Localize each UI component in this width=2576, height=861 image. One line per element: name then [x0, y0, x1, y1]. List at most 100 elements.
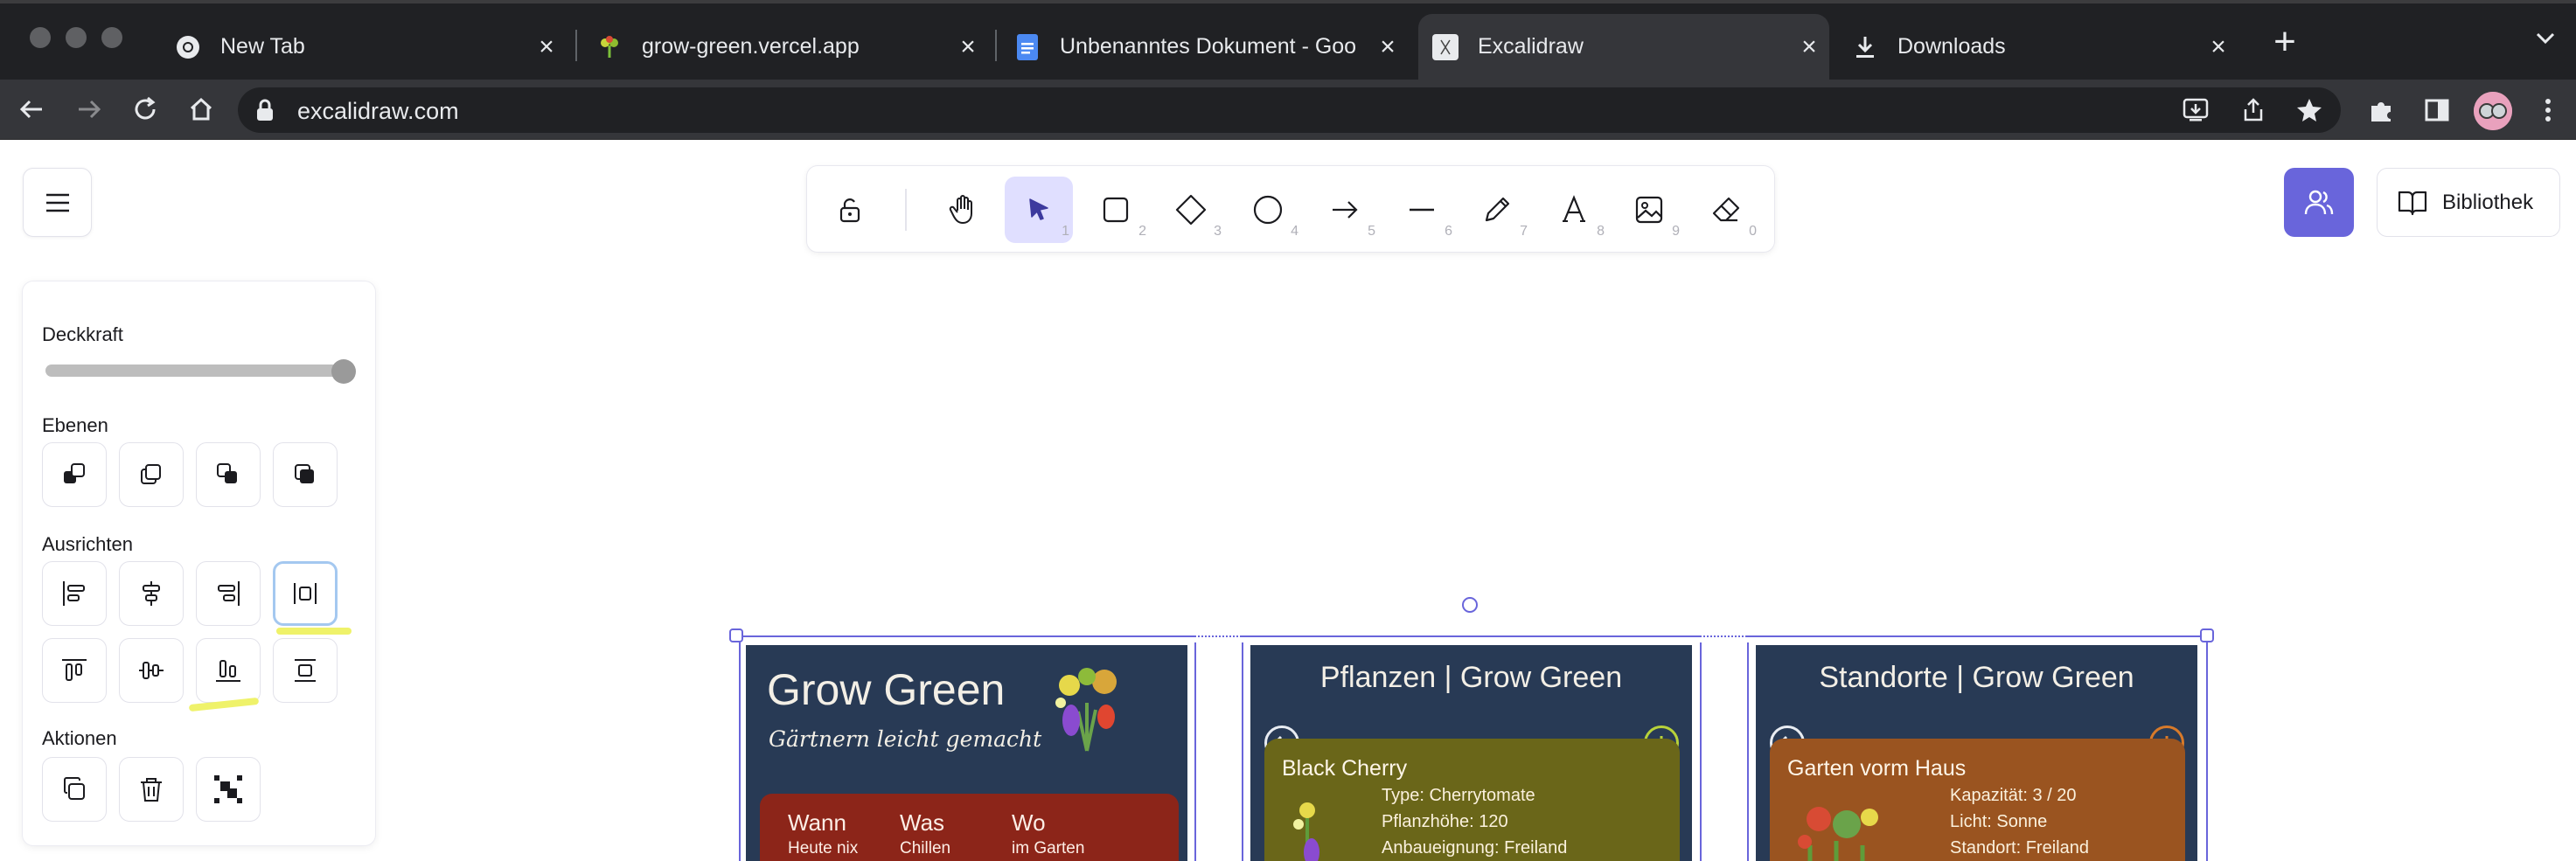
col-head-wo: Wo	[1012, 809, 1046, 836]
align-right-button[interactable]	[196, 561, 261, 626]
library-button[interactable]: Bibliothek	[2377, 168, 2560, 237]
plant-illustration-icon	[1293, 802, 1319, 861]
tool-diamond[interactable]: 3	[1157, 177, 1225, 243]
highlight-mark	[276, 628, 352, 635]
image-icon	[1635, 196, 1663, 224]
resize-handle-ne[interactable]	[2200, 628, 2214, 642]
address-bar[interactable]: excalidraw.com	[238, 87, 2341, 133]
lock-open-icon	[839, 198, 860, 223]
tool-image[interactable]: 9	[1615, 177, 1683, 243]
distribute-vertically-button[interactable]	[273, 638, 338, 703]
tool-draw[interactable]: 7	[1463, 177, 1531, 243]
share-icon[interactable]	[2242, 98, 2265, 127]
col-value-wann: Heute nix	[788, 839, 859, 858]
align-top-button[interactable]	[42, 638, 107, 703]
window-minimize-dot[interactable]	[66, 27, 87, 48]
rotation-handle[interactable]	[1462, 597, 1478, 613]
send-to-back-button[interactable]	[119, 442, 184, 507]
browser-menu-dots-icon[interactable]	[2543, 97, 2553, 128]
chrome-icon	[175, 34, 201, 60]
tab-label: grow-green.vercel.app	[642, 34, 860, 59]
library-label: Bibliothek	[2442, 190, 2534, 214]
back-arrow-icon[interactable]	[14, 92, 49, 127]
tool-ellipse[interactable]: 4	[1234, 177, 1302, 243]
selection-border	[1194, 642, 1196, 861]
window-zoom-dot[interactable]	[101, 27, 122, 48]
opacity-slider[interactable]	[45, 365, 343, 377]
bring-to-front-button[interactable]	[273, 442, 338, 507]
tab-close-icon[interactable]: ×	[955, 32, 981, 61]
align-center-v-icon	[139, 662, 164, 679]
bring-forward-icon	[217, 463, 237, 483]
resize-handle-nw[interactable]	[729, 628, 743, 642]
pencil-icon	[1485, 197, 1510, 222]
location-list-item[interactable]: Garten vorm Haus Kapazität: 3 / 20 Licht…	[1770, 739, 2185, 861]
text-icon	[1563, 195, 1585, 222]
home-icon[interactable]	[184, 92, 219, 127]
send-backward-button[interactable]	[42, 442, 107, 507]
tool-line[interactable]: 6	[1388, 177, 1456, 243]
plant-list-item[interactable]: Black Cherry Type: Cherrytomate Pflanzhö…	[1264, 739, 1680, 861]
tool-lock[interactable]	[816, 177, 884, 243]
distribute-horizontally-button[interactable]	[273, 561, 338, 626]
lock-icon[interactable]	[255, 99, 275, 126]
plant-detail-line: Pflanzhöhe: 120	[1382, 812, 1508, 831]
align-left-button[interactable]	[42, 561, 107, 626]
new-tab-plus-icon[interactable]: +	[2267, 23, 2302, 61]
tab-grow-green[interactable]: grow-green.vercel.app ×	[577, 14, 988, 80]
align-bottom-button[interactable]	[196, 638, 261, 703]
col-head-wann: Wann	[788, 809, 846, 836]
window-close-dot[interactable]	[30, 27, 51, 48]
tab-close-icon[interactable]: ×	[1375, 32, 1401, 61]
tool-eraser[interactable]: 0	[1692, 177, 1760, 243]
tab-close-icon[interactable]: ×	[2205, 32, 2231, 61]
opacity-slider-thumb[interactable]	[331, 359, 356, 384]
tab-search-chevron-icon[interactable]	[2534, 26, 2557, 53]
card-locations-screen[interactable]: Standorte | Grow Green Garten vorm Haus …	[1756, 645, 2197, 861]
reload-icon[interactable]	[128, 92, 163, 127]
extensions-puzzle-icon[interactable]	[2368, 97, 2394, 128]
plant-title: Black Cherry	[1282, 756, 1408, 781]
excalidraw-canvas[interactable]: 1 2 3 4 5 6 7 8 9 0 Bibliothek Deckkraft…	[0, 140, 2576, 861]
main-menu-button[interactable]	[23, 168, 92, 237]
install-app-icon[interactable]	[2183, 98, 2209, 127]
tab-close-icon[interactable]: ×	[533, 32, 560, 61]
location-detail-line: Kapazität: 3 / 20	[1950, 786, 2077, 805]
tool-text[interactable]: 8	[1540, 177, 1608, 243]
tab-downloads[interactable]: Downloads ×	[1836, 14, 2238, 80]
tab-close-icon[interactable]: ×	[1796, 32, 1822, 61]
card-plants-screen[interactable]: Pflanzen | Grow Green Black Cherry Type:…	[1250, 645, 1692, 861]
card-title: Grow Green	[767, 665, 1006, 714]
tool-arrow[interactable]: 5	[1311, 177, 1379, 243]
forward-arrow-icon[interactable]	[72, 92, 107, 127]
distribute-horizontal-icon	[294, 583, 317, 604]
profile-avatar[interactable]	[2474, 92, 2512, 130]
opacity-label: Deckkraft	[42, 323, 123, 345]
tool-rectangle[interactable]: 2	[1082, 177, 1150, 243]
tab-excalidraw[interactable]: Excalidraw ×	[1418, 14, 1829, 80]
bookmark-star-icon[interactable]	[2296, 98, 2322, 127]
card-home-screen[interactable]: Grow Green Gärtnern leicht gemacht Wann …	[746, 645, 1187, 861]
toolbar-divider	[905, 189, 907, 231]
align-vertical-center-button[interactable]	[119, 638, 184, 703]
tab-google-doc[interactable]: Unbenanntes Dokument - Goo ×	[997, 14, 1408, 80]
selection-border	[1747, 642, 1749, 861]
duplicate-button[interactable]	[42, 757, 107, 822]
collaborate-button[interactable]	[2284, 168, 2354, 237]
tool-hand[interactable]	[929, 177, 998, 243]
selection-dashed	[1194, 635, 1242, 637]
align-left-icon	[63, 581, 85, 606]
tab-label: Downloads	[1897, 34, 2006, 59]
align-horizontal-center-button[interactable]	[119, 561, 184, 626]
tool-shortcut: 7	[1520, 224, 1528, 239]
location-detail-line: Licht: Sonne	[1950, 812, 2048, 831]
delete-button[interactable]	[119, 757, 184, 822]
bring-forward-button[interactable]	[196, 442, 261, 507]
tab-new-tab[interactable]: New Tab ×	[156, 14, 567, 80]
side-panel-icon[interactable]	[2424, 97, 2450, 128]
tool-selection[interactable]: 1	[1005, 177, 1073, 243]
group-icon	[214, 775, 242, 803]
location-detail-line: Standort: Freiland	[1950, 838, 2089, 858]
properties-panel: Deckkraft Ebenen Ausrichten Aktionen	[23, 281, 375, 845]
group-button[interactable]	[196, 757, 261, 822]
